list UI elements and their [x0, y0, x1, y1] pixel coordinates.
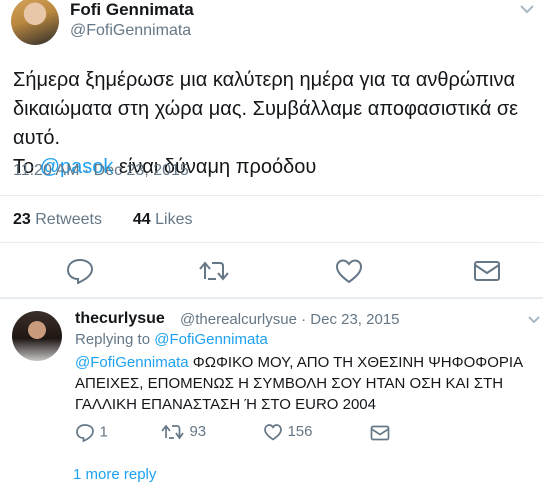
retweet-icon: [199, 261, 229, 281]
like-icon: [264, 424, 282, 441]
author-avatar[interactable]: [11, 0, 59, 45]
divider: [0, 242, 543, 243]
retweet-count: 93: [189, 423, 207, 441]
reply-text-line: ΑΠΕΙΧΕΣ, ΕΠΟΜΕΝΩΣ Η ΣΥΜΒΟΛΗ ΣΟΥ ΗΤΑΝ ΟΣΗ…: [75, 375, 504, 392]
retweets-label: Retweets: [35, 211, 102, 228]
message-action[interactable]: [370, 424, 390, 442]
message-icon: [474, 261, 500, 281]
tweet-stats: 23 Retweets 44 Likes: [13, 211, 192, 229]
reply-icon: [76, 424, 94, 443]
chevron-down-icon[interactable]: [527, 312, 541, 328]
retweet-icon: [161, 424, 184, 440]
chevron-down-icon[interactable]: [519, 2, 535, 18]
retweet-action[interactable]: 93: [161, 423, 206, 441]
author-handle[interactable]: @FofiGennimata: [70, 22, 191, 40]
tweet-text-line: Σήμερα ξημέρωσε μια καλύτερη ημέρα για τ…: [13, 69, 516, 91]
mention-link[interactable]: @FofiGennimata: [75, 354, 189, 371]
more-replies-link[interactable]: 1 more reply: [73, 466, 156, 483]
message-button[interactable]: [473, 260, 501, 287]
like-button[interactable]: [335, 258, 363, 289]
reply-button[interactable]: [66, 258, 94, 289]
reply-author-meta[interactable]: @therealcurlysue · Dec 23, 2015: [180, 311, 400, 328]
retweets-count: 23: [13, 211, 31, 228]
reply-author-avatar[interactable]: [12, 311, 62, 361]
reply-action[interactable]: 1: [75, 423, 108, 443]
reply-author-name[interactable]: thecurlysue: [75, 310, 165, 328]
message-icon: [370, 425, 390, 441]
likes-stat[interactable]: 44 Likes: [133, 211, 193, 228]
reply-count: 1: [99, 423, 108, 441]
tweet-text-line: δικαιώματα στη χώρα μας. Συμβάλλαμε αποφ…: [13, 98, 519, 149]
divider: [0, 297, 543, 299]
replying-to-label: Replying to: [75, 331, 155, 348]
reply-text-line: ΓΑΛΛΙΚΗ ΕΠΑΝΑΣΤΑΣΗ Ή ΣΤΟ EURO 2004: [75, 396, 376, 413]
retweet-button[interactable]: [198, 259, 230, 288]
reply-icon: [66, 258, 94, 285]
replying-to: Replying to @FofiGennimata: [75, 331, 268, 348]
reply-text-line: @FofiGennimata ΦΩΦΙΚΟ ΜΟΥ, ΑΠΟ ΤΗ ΧΘΕΣΙΝ…: [75, 352, 533, 373]
tweet-timestamp[interactable]: 11:20 AM · Dec 23, 2015: [13, 162, 189, 180]
reply-text-fragment: ΦΩΦΙΚΟ ΜΟΥ, ΑΠΟ ΤΗ ΧΘΕΣΙΝΗ ΨΗΦΟΦΟΡΙΑ: [188, 354, 524, 371]
likes-label: Likes: [155, 211, 193, 228]
author-name[interactable]: Fofi Gennimata: [70, 0, 194, 20]
divider: [0, 195, 543, 196]
like-count: 156: [287, 423, 313, 441]
replying-to-link[interactable]: @FofiGennimata: [154, 331, 268, 348]
likes-count: 44: [132, 211, 151, 228]
like-action[interactable]: 156: [263, 423, 312, 441]
retweets-stat[interactable]: 23 Retweets: [13, 211, 102, 228]
reply-text: @FofiGennimata ΦΩΦΙΚΟ ΜΟΥ, ΑΠΟ ΤΗ ΧΘΕΣΙΝ…: [75, 352, 533, 415]
like-icon: [335, 259, 363, 284]
